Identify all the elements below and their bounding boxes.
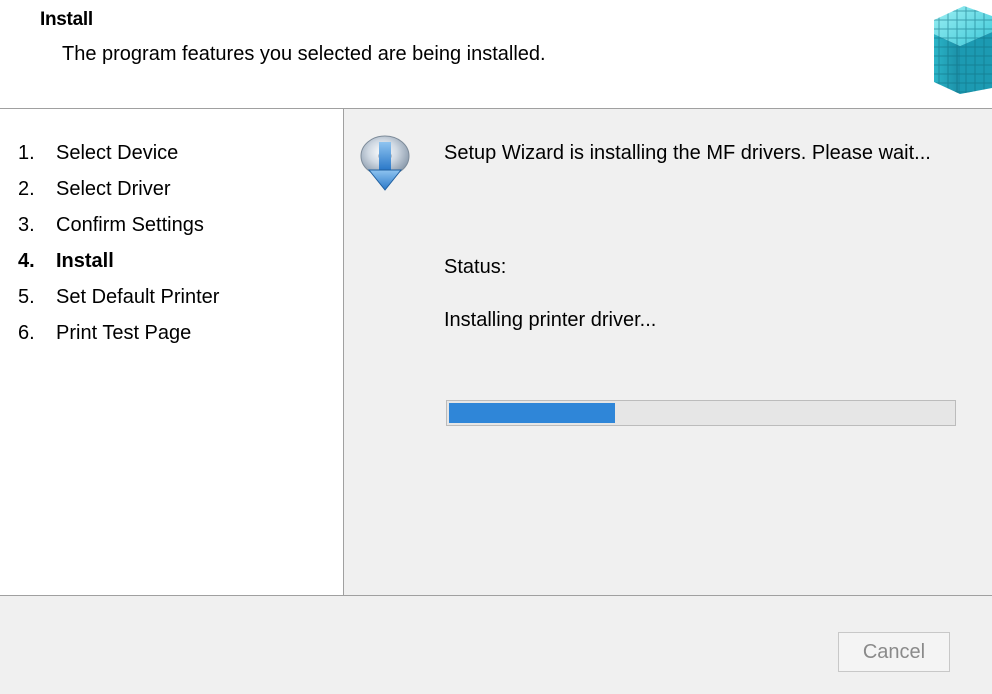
step-select-driver: 2. Select Driver bbox=[18, 176, 170, 202]
step-print-test-page: 6. Print Test Page bbox=[18, 320, 191, 346]
step-number: 4. bbox=[18, 250, 35, 272]
wizard-header: Install The program features you selecte… bbox=[0, 0, 992, 109]
step-number: 2. bbox=[18, 178, 35, 200]
step-label: Install bbox=[56, 250, 114, 272]
step-install: 4. Install bbox=[18, 248, 114, 274]
page-subtitle: The program features you selected are be… bbox=[62, 43, 546, 65]
step-label: Select Driver bbox=[56, 178, 171, 200]
steps-panel: 1. Select Device 2. Select Driver 3. Confir… bbox=[0, 109, 344, 595]
page-title: Install bbox=[40, 9, 93, 30]
content-panel: Setup Wizard is installing the MF driver… bbox=[344, 109, 992, 595]
step-number: 3. bbox=[18, 214, 35, 236]
cancel-button[interactable]: Cancel bbox=[838, 632, 950, 672]
status-text: Installing printer driver... bbox=[444, 309, 657, 331]
step-label: Print Test Page bbox=[56, 322, 192, 344]
disc-download-icon bbox=[360, 135, 410, 191]
wizard-footer: Cancel bbox=[0, 595, 992, 694]
install-message: Setup Wizard is installing the MF driver… bbox=[444, 142, 931, 164]
step-label: Select Device bbox=[56, 142, 179, 164]
step-label: Set Default Printer bbox=[56, 286, 220, 308]
progress-bar bbox=[446, 400, 956, 426]
step-select-device: 1. Select Device bbox=[18, 140, 178, 166]
step-number: 6. bbox=[18, 322, 35, 344]
step-set-default-printer: 5. Set Default Printer bbox=[18, 284, 219, 310]
step-number: 1. bbox=[18, 142, 35, 164]
step-confirm-settings: 3. Confirm Settings bbox=[18, 212, 204, 238]
step-number: 5. bbox=[18, 286, 35, 308]
installer-cube-icon bbox=[934, 6, 992, 94]
step-label: Confirm Settings bbox=[56, 214, 204, 236]
progress-fill bbox=[449, 403, 615, 423]
status-label: Status: bbox=[444, 256, 507, 278]
